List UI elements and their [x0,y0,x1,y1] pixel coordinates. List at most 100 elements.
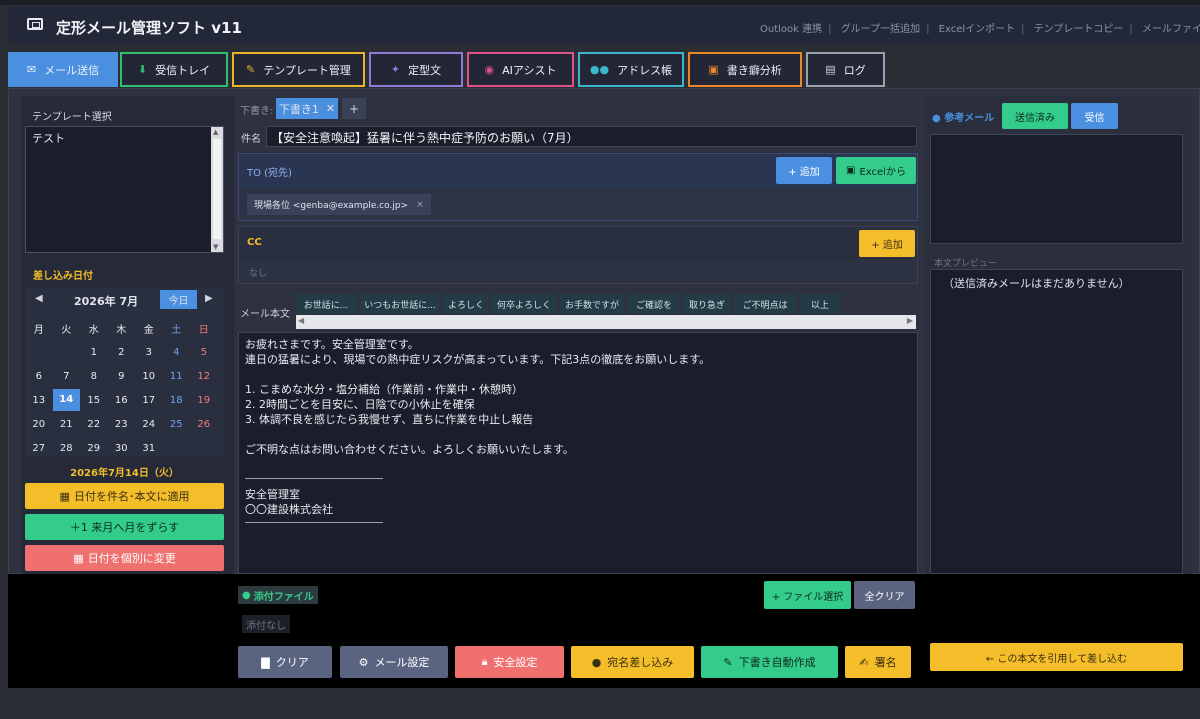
calendar-day[interactable]: 28 [53,443,81,454]
scroll-left-icon[interactable]: ◀ [298,316,304,325]
link-group-add[interactable]: グループ一括追加 [841,24,920,35]
shift-month-button[interactable]: ＋1 来月へ月をずらす [25,514,224,540]
calendar-day[interactable]: 19 [190,395,218,406]
calendar-month: 2026年 7月 [74,295,139,308]
list-item[interactable]: テスト [32,130,65,146]
calendar-day[interactable]: 2 [108,347,136,358]
remove-icon[interactable]: × [416,200,424,210]
clear-button[interactable]: ▇ クリア [238,646,332,678]
calendar-day[interactable]: 29 [80,443,108,454]
calendar-week: 12345 [25,340,224,364]
auto-draft-button[interactable]: ✎ 下書き自動作成 [701,646,838,678]
tab-log[interactable]: ▤ ログ [806,52,885,87]
calendar-day[interactable]: 15 [80,395,108,406]
calendar-day[interactable]: 18 [163,395,191,406]
individual-date-button[interactable]: ▦ 日付を個別に変更 [25,545,224,571]
calendar-day[interactable]: 16 [108,395,136,406]
to-label: TO (宛先) [247,168,292,179]
calendar-day[interactable]: 24 [135,419,163,430]
calendar: ◀ 2026年 7月 今日 ▶ 月火水木金土日 1 2 3 4 5 6 7 8 9 10 11 12 13… [25,288,224,456]
phrase-button[interactable]: お手数ですが [560,294,624,314]
calendar-day[interactable]: 23 [108,419,136,430]
phrase-button[interactable]: ご不明点は [734,294,796,314]
to-add-button[interactable]: + 追加 [776,157,832,184]
tab-mail-send[interactable]: ✉ メール送信 [8,52,118,87]
calendar-day[interactable]: 14 [52,389,80,411]
tab-ai-assist[interactable]: ◉ AIアシスト [467,52,574,87]
signature-button[interactable]: ✍ 署名 [845,646,911,678]
calendar-day[interactable]: 30 [108,443,136,454]
sign-icon: ✍ [859,655,869,669]
scroll-thumb[interactable] [213,139,221,239]
to-excel-button[interactable]: ▣ Excelから [836,157,916,184]
calendar-day[interactable]: 1 [80,347,108,358]
template-list[interactable]: テスト ▲ ▼ [25,126,224,253]
to-chip[interactable]: 現場各位 <genba@example.co.jp> × [247,194,431,215]
link-mail-file[interactable]: メールファイル読み込み [1142,24,1200,35]
calendar-day[interactable]: 8 [80,371,108,382]
quote-insert-button[interactable]: ← この本文を引用して差し込む [930,643,1183,671]
phrase-button[interactable]: 何卒よろしく [492,294,556,314]
address-merge-button[interactable]: ● 宛名差し込み [571,646,694,678]
calendar-day[interactable]: 31 [135,443,163,454]
phrase-button[interactable]: 取り急ぎ [684,294,730,314]
calendar-day[interactable]: 3 [135,347,163,358]
scroll-right-icon[interactable]: ▶ [907,316,913,325]
phrase-button[interactable]: よろしく [444,294,488,314]
calendar-day[interactable]: 11 [163,371,191,382]
mail-settings-button[interactable]: ⚙ メール設定 [340,646,448,678]
link-template-copy[interactable]: テンプレートコピー [1034,24,1124,35]
security-settings-button[interactable]: 🔒︎ 安全設定 [455,646,564,678]
calendar-day[interactable]: 21 [53,419,81,430]
prev-month-icon[interactable]: ◀ [35,293,43,304]
tab-address-book[interactable]: ●● アドレス帳 [578,52,684,87]
add-draft-button[interactable]: + [342,98,366,119]
calendar-day[interactable]: 7 [53,371,81,382]
next-month-icon[interactable]: ▶ [205,293,213,304]
tab-inbox[interactable]: ⬇ 受信トレイ [120,52,228,87]
phrase-button[interactable]: いつもお世話に... [360,294,440,314]
calendar-day[interactable]: 10 [135,371,163,382]
body-editor[interactable]: お疲れさまです。安全管理室です。 連日の猛暑により、現場での熱中症リスクが高まっ… [238,332,918,574]
template-select-label: テンプレート選択 [32,112,112,123]
phrase-scrollbar[interactable]: ◀ ▶ [296,315,916,329]
calendar-day[interactable]: 4 [163,347,191,358]
phrase-button[interactable]: お世話に... [296,294,356,314]
reference-mail-list[interactable] [930,134,1183,244]
calendar-day[interactable]: 27 [25,443,53,454]
apply-date-button[interactable]: ▦ 日付を件名･本文に適用 [25,483,224,509]
link-outlook[interactable]: Outlook 連携 [760,24,822,35]
draft-tab[interactable]: 下書き1 ✕ [276,98,338,119]
calendar-day[interactable]: 20 [25,419,53,430]
calendar-day[interactable]: 25 [163,419,191,430]
today-button[interactable]: 今日 [160,290,197,309]
calendar-day[interactable]: 26 [190,419,218,430]
calendar-week: 20 21 22 23 24 25 26 [25,412,224,436]
calendar-day[interactable]: 12 [190,371,218,382]
subject-input[interactable]: 【安全注意喚起】猛暑に伴う熱中症予防のお願い（7月） [266,126,917,147]
weekday-label: 日 [198,324,209,336]
calendar-day[interactable]: 13 [25,395,53,406]
close-icon[interactable]: ✕ [326,102,335,115]
app-title: 定形メール管理ソフト v11 [56,19,242,37]
scroll-down-icon[interactable]: ▼ [213,243,218,251]
person-icon: ● [591,655,602,669]
clear-all-button[interactable]: 全クリア [854,581,915,609]
tab-phrases[interactable]: ✦ 定型文 [369,52,463,87]
calendar-day[interactable]: 9 [108,371,136,382]
phrase-button[interactable]: 以上 [800,294,840,314]
calendar-day[interactable]: 6 [25,371,53,382]
tab-sent[interactable]: 送信済み [1002,103,1068,129]
cc-add-button[interactable]: + 追加 [859,230,915,257]
scroll-up-icon[interactable]: ▲ [213,128,218,136]
calendar-day[interactable]: 17 [135,395,163,406]
calendar-day[interactable]: 22 [80,419,108,430]
tab-writing-analysis[interactable]: ▣ 書き癖分析 [688,52,802,87]
tab-template[interactable]: ✎ テンプレート管理 [232,52,365,87]
template-scrollbar[interactable]: ▲ ▼ [211,127,223,252]
tab-received[interactable]: 受信 [1071,103,1118,129]
calendar-day[interactable]: 5 [190,347,218,358]
link-excel-import[interactable]: Excelインポート [939,24,1016,35]
file-select-button[interactable]: + ファイル選択 [764,581,851,609]
phrase-button[interactable]: ご確認を [628,294,680,314]
